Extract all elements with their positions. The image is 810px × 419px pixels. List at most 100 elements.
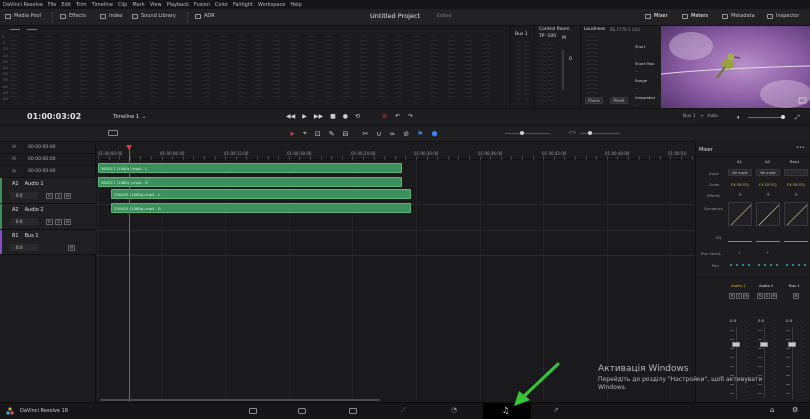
mute-button[interactable]: M bbox=[64, 193, 71, 199]
eq-graph[interactable] bbox=[756, 230, 780, 242]
mute-button[interactable]: M bbox=[743, 293, 749, 299]
more-options-icon[interactable]: ••• bbox=[796, 145, 805, 151]
track-level[interactable]: 0.0 bbox=[10, 244, 38, 251]
timeline-ruler[interactable]: 01:00:00:00 01:00:06:00 01:00:12:00 01:0… bbox=[96, 142, 695, 160]
media-pool-button[interactable]: Media Pool bbox=[5, 13, 41, 19]
flag-icon[interactable]: ⚑ bbox=[417, 130, 423, 138]
add-send-icon[interactable]: + bbox=[738, 250, 741, 255]
record-arm-button[interactable]: R bbox=[46, 193, 53, 199]
fader-knob[interactable] bbox=[732, 342, 740, 347]
solo-button[interactable]: S bbox=[764, 293, 770, 299]
menu-color[interactable]: Color bbox=[215, 2, 228, 8]
solo-button[interactable]: S bbox=[55, 193, 62, 199]
timeline-area[interactable]: 01:00:00:00 01:00:06:00 01:00:12:00 01:0… bbox=[96, 142, 695, 402]
record-arm-button[interactable]: R bbox=[729, 293, 735, 299]
razor-icon[interactable]: ✂ bbox=[362, 130, 368, 138]
mute-button[interactable]: M bbox=[64, 219, 71, 225]
cut-page-icon[interactable] bbox=[298, 408, 306, 414]
loudness-reset-button[interactable]: Reset bbox=[610, 97, 628, 104]
solo-button[interactable]: S bbox=[736, 293, 742, 299]
clip-record-icon[interactable]: ⊘ bbox=[382, 113, 387, 120]
audio-clip[interactable]: 330425 (1080p).mp4 - R bbox=[111, 203, 411, 213]
vertical-zoom-slider[interactable] bbox=[580, 133, 620, 134]
add-send-icon[interactable]: + bbox=[766, 250, 769, 255]
audio-clip[interactable]: 382517 (1080p).mp4 - R bbox=[98, 177, 402, 187]
track-header-a2[interactable]: A2 Audio 2 0.0 R S M bbox=[0, 204, 96, 230]
track-level[interactable]: 0.0 bbox=[10, 192, 38, 199]
eq-graph[interactable] bbox=[728, 230, 752, 242]
menu-view[interactable]: View bbox=[150, 2, 162, 8]
loop-icon[interactable]: ⟲ bbox=[355, 113, 360, 120]
redo-icon[interactable]: ↷ bbox=[408, 113, 413, 120]
timeline-scrollbar[interactable] bbox=[100, 399, 380, 401]
mixer-button[interactable]: Mixer bbox=[645, 13, 668, 19]
menu-playback[interactable]: Playback bbox=[167, 2, 189, 8]
output-selector[interactable]: Bus 1 → Auto bbox=[683, 114, 718, 119]
metadata-button[interactable]: Metadata bbox=[722, 13, 755, 19]
edit-page-icon[interactable] bbox=[349, 408, 357, 414]
loudness-pause-button[interactable]: Pause bbox=[585, 97, 603, 104]
meters-button[interactable]: Meters bbox=[682, 13, 708, 19]
record-arm-button[interactable]: R bbox=[757, 293, 763, 299]
order-value[interactable]: FX DY EQ bbox=[759, 182, 777, 187]
lock-icon[interactable]: ⊘ bbox=[403, 130, 409, 138]
menu-fusion[interactable]: Fusion bbox=[194, 2, 210, 8]
timeline-selector[interactable]: Timeline 1 ⌄ bbox=[113, 114, 146, 120]
speaker-icon[interactable]: 🔈︎ bbox=[737, 114, 741, 122]
menu-app[interactable]: DaVinci Resolve bbox=[3, 2, 43, 8]
menu-mark[interactable]: Mark bbox=[132, 2, 144, 8]
fullscreen-icon[interactable]: ⤢ bbox=[795, 114, 800, 122]
solo-button[interactable]: S bbox=[55, 219, 62, 225]
volume-slider[interactable] bbox=[748, 117, 784, 118]
menu-edit[interactable]: Edit bbox=[61, 2, 71, 8]
trim-icon[interactable]: ⊡ bbox=[315, 130, 321, 138]
menu-file[interactable]: File bbox=[48, 2, 56, 8]
track-level[interactable]: 0.0 bbox=[10, 218, 38, 225]
menu-fairlight[interactable]: Fairlight bbox=[233, 2, 253, 8]
gear-icon[interactable]: ⚙ bbox=[792, 406, 798, 414]
mute-button[interactable]: M bbox=[793, 293, 799, 299]
menu-clip[interactable]: Clip bbox=[118, 2, 127, 8]
audio-clip[interactable]: 382517 (1080p).mp4 - L bbox=[98, 163, 402, 173]
adr-button[interactable]: ADR bbox=[195, 13, 215, 19]
dynamics-graph[interactable] bbox=[728, 202, 752, 226]
track-header-b1[interactable]: B1 Bus 1 0.0 M bbox=[0, 230, 96, 255]
magnet-icon[interactable]: ∪ bbox=[376, 130, 381, 138]
range-select-icon[interactable]: ⌖ bbox=[303, 129, 307, 138]
record-arm-button[interactable]: R bbox=[46, 219, 53, 225]
snap-icon[interactable]: ⊟ bbox=[343, 130, 349, 138]
volume-slider-handle[interactable] bbox=[781, 115, 785, 119]
stop-icon[interactable]: ■ bbox=[330, 113, 336, 120]
menu-trim[interactable]: Trim bbox=[76, 2, 87, 8]
pointer-icon[interactable]: ➤ bbox=[289, 130, 295, 138]
mute-button[interactable]: M bbox=[68, 245, 75, 251]
playhead[interactable] bbox=[129, 146, 130, 402]
record-icon[interactable]: ● bbox=[343, 113, 348, 120]
vertical-zoom-handle[interactable] bbox=[588, 131, 592, 135]
track-header-a1[interactable]: A1 Audio 1 0.0 R S M bbox=[0, 178, 96, 204]
menu-timeline[interactable]: Timeline bbox=[92, 2, 113, 8]
link-icon[interactable]: ∞ bbox=[389, 130, 395, 138]
dynamics-graph[interactable] bbox=[784, 202, 808, 226]
fusion-page-icon[interactable]: ⟋ bbox=[401, 406, 406, 415]
dynamics-graph[interactable] bbox=[756, 202, 780, 226]
audio-clip[interactable]: 330425 (1080p).mp4 - L bbox=[111, 189, 411, 199]
add-effect-icon[interactable]: + bbox=[794, 192, 798, 198]
rewind-icon[interactable]: ◀◀ bbox=[286, 113, 295, 120]
video-viewer[interactable] bbox=[661, 26, 810, 108]
add-effect-icon[interactable]: + bbox=[766, 192, 770, 198]
eq-graph[interactable] bbox=[784, 230, 808, 242]
add-effect-icon[interactable]: + bbox=[738, 192, 742, 198]
marker-icon[interactable]: ⬢ bbox=[431, 130, 437, 138]
pencil-icon[interactable]: ✎ bbox=[329, 130, 335, 138]
fader-knob[interactable] bbox=[788, 342, 796, 347]
order-value[interactable]: FX DY EQ bbox=[731, 182, 749, 187]
undo-icon[interactable]: ↶ bbox=[395, 113, 400, 120]
view-options-icon[interactable] bbox=[108, 130, 118, 136]
input-selector[interactable] bbox=[784, 169, 808, 176]
order-value[interactable]: FX DY EQ bbox=[787, 182, 805, 187]
zoom-slider-handle[interactable] bbox=[520, 131, 524, 135]
control-room-fader[interactable] bbox=[562, 50, 564, 90]
media-page-icon[interactable] bbox=[249, 408, 257, 414]
inspector-button[interactable]: Inspector bbox=[767, 13, 799, 19]
